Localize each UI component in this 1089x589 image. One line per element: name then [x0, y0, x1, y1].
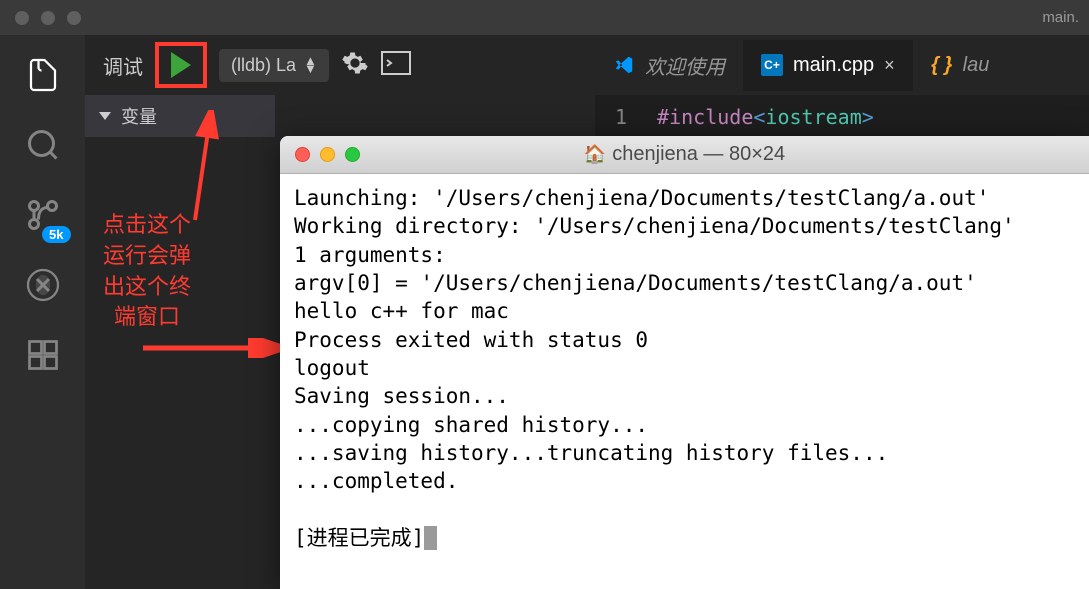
- start-debug-button[interactable]: [171, 52, 191, 78]
- variables-label: 变量: [121, 103, 157, 129]
- terminal-cursor: [424, 526, 437, 550]
- debug-label: 调试: [103, 51, 143, 80]
- editor-tabs: 欢迎使用 C+ main.cpp × { } lau: [595, 35, 1089, 95]
- terminal-line: [进程已完成]: [294, 526, 424, 550]
- terminal-title: 🏠 chenjiena — 80×24: [584, 143, 785, 166]
- vscode-titlebar: main.: [0, 0, 1089, 35]
- tab-welcome-label: 欢迎使用: [645, 51, 725, 80]
- source-control-icon[interactable]: 5k: [23, 195, 63, 235]
- terminal-line: Launching: '/Users/chenjiena/Documents/t…: [294, 186, 989, 210]
- terminal-maximize-button[interactable]: [345, 147, 360, 162]
- terminal-line: Process exited with status 0: [294, 328, 648, 352]
- terminal-line: ...completed.: [294, 469, 458, 493]
- tab-main[interactable]: C+ main.cpp ×: [743, 40, 913, 91]
- tab-main-label: main.cpp: [793, 54, 874, 77]
- terminal-line: Saving session...: [294, 384, 509, 408]
- close-window-button[interactable]: [15, 11, 29, 25]
- window-title: main.: [1042, 9, 1079, 26]
- json-icon: { }: [931, 54, 953, 76]
- terminal-line: Working directory: '/Users/chenjiena/Doc…: [294, 214, 1015, 238]
- selector-arrows-icon: ▲▼: [304, 57, 317, 73]
- terminal-line: hello c++ for mac: [294, 299, 509, 323]
- explorer-icon[interactable]: [23, 55, 63, 95]
- extensions-icon[interactable]: [23, 335, 63, 375]
- maximize-window-button[interactable]: [67, 11, 81, 25]
- activity-bar: 5k: [0, 35, 85, 589]
- terminal-line: 1 arguments:: [294, 243, 446, 267]
- home-icon: 🏠: [584, 144, 606, 165]
- minimize-window-button[interactable]: [41, 11, 55, 25]
- terminal-line: logout: [294, 356, 370, 380]
- cpp-icon: C+: [761, 54, 783, 76]
- terminal-window: 🏠 chenjiena — 80×24 Launching: '/Users/c…: [280, 136, 1089, 589]
- terminal-minimize-button[interactable]: [320, 147, 335, 162]
- tab-launch-label: lau: [963, 54, 990, 77]
- terminal-close-button[interactable]: [295, 147, 310, 162]
- line-number: 1: [615, 105, 627, 129]
- code-line: #include<iostream>: [657, 105, 874, 129]
- variables-section-header[interactable]: 变量: [85, 95, 275, 137]
- search-icon[interactable]: [23, 125, 63, 165]
- scm-badge: 5k: [42, 226, 70, 243]
- config-name: (lldb) La: [231, 55, 296, 76]
- terminal-line: ...saving history...truncating history f…: [294, 441, 888, 465]
- terminal-line: ...copying shared history...: [294, 413, 648, 437]
- code-editor[interactable]: 1 #include<iostream>: [595, 95, 1089, 139]
- window-controls: [15, 11, 81, 25]
- debug-icon[interactable]: [23, 265, 63, 305]
- gear-icon[interactable]: [341, 49, 369, 82]
- terminal-line: argv[0] = '/Users/chenjiena/Documents/te…: [294, 271, 977, 295]
- tab-launch[interactable]: { } lau: [913, 40, 1008, 91]
- terminal-titlebar[interactable]: 🏠 chenjiena — 80×24: [280, 136, 1089, 174]
- play-button-highlight: [155, 42, 207, 88]
- caret-down-icon: [99, 112, 111, 120]
- tab-welcome[interactable]: 欢迎使用: [595, 37, 743, 94]
- close-tab-icon[interactable]: ×: [884, 55, 895, 76]
- debug-config-selector[interactable]: (lldb) La ▲▼: [219, 49, 329, 82]
- terminal-window-controls: [295, 147, 360, 162]
- vscode-icon: [613, 54, 635, 76]
- terminal-content[interactable]: Launching: '/Users/chenjiena/Documents/t…: [280, 174, 1089, 589]
- debug-console-icon[interactable]: [381, 51, 411, 80]
